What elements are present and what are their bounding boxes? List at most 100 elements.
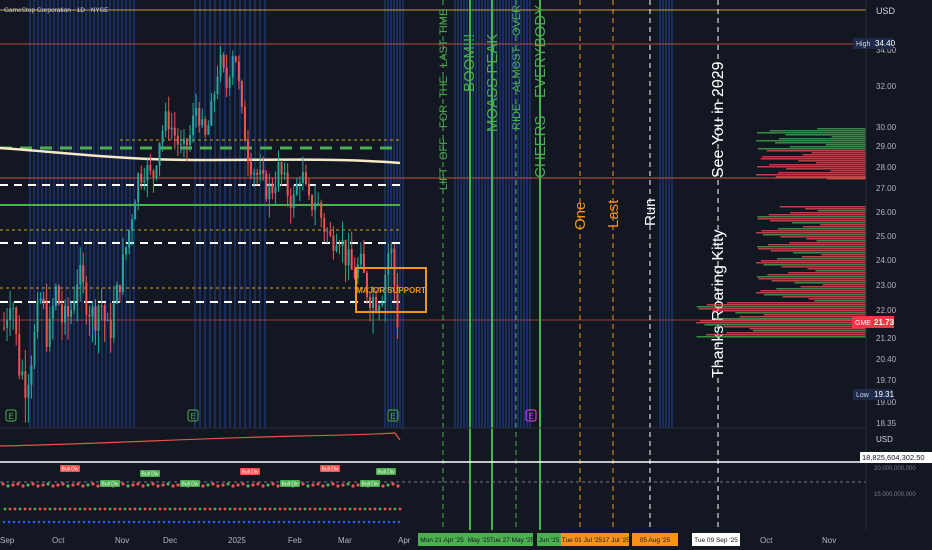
indicator-dot [41,483,45,487]
indicator-dot [112,520,116,524]
indicator-dot [377,520,381,524]
indicator-dot [226,482,230,486]
date-marker-text: 17 Jul '25 [602,537,630,544]
indicator-dot [192,520,196,524]
indicator-dot [228,507,232,511]
volume-bar [756,174,866,176]
volume-bar [760,260,866,262]
indicator-dot [372,520,376,524]
indicator-dot [136,482,140,486]
svg-text:High: High [856,41,871,48]
price-tick: 22.00 [876,306,897,315]
indicator-dot [251,483,255,487]
high-value: 34.40 [875,39,896,48]
indicator-dot [92,520,96,524]
volume-bar [696,306,866,308]
candle-body [173,127,176,136]
volume-bar [756,276,866,278]
candle-body [192,115,195,136]
volume-bar [830,170,866,172]
indicator-dot [232,520,236,524]
indicator-dot [193,507,197,511]
indicator-dot [322,520,326,524]
candle-body [259,169,262,175]
volume-bar [779,206,866,208]
bull-div-text: Bull Div [378,470,395,476]
indicator-dot [51,484,55,488]
indicator-dot [73,507,77,511]
run-label: Run [642,198,659,226]
volume-bar [696,336,866,338]
candle-body [314,202,317,210]
indicator-dot [141,484,145,488]
candle-body [51,306,54,319]
indicator-dot [23,507,27,511]
indicator-dot [22,520,26,524]
indicator-dot [117,520,121,524]
indicator-dot [318,507,322,511]
candle-body [27,384,30,398]
candle-body [140,173,143,183]
indicator-dot [47,520,51,524]
indicator-dot [43,507,47,511]
volume-bar [767,274,866,276]
indicator-dot [292,520,296,524]
candle-body [12,307,15,309]
volume-bar [825,144,866,146]
candle-body [64,306,66,323]
everybody-label: EVERYBODY [532,5,549,98]
indicator-dot [202,520,206,524]
indicator-dot [348,507,352,511]
indicator-dot [93,507,97,511]
volume-bar [766,150,866,152]
volume-bar [811,152,866,154]
indicator-dot [218,507,222,511]
indicator-dot [137,520,141,524]
indicator-dot [168,507,172,511]
indicator-dot [257,520,261,524]
candle-body [9,308,12,320]
volume-bar [816,162,866,164]
indicator-dot [197,520,201,524]
symbol-title[interactable]: GameStop Corporation · 1D · NYSE [4,7,109,14]
indicator-dot [242,520,246,524]
indicator-dot [222,520,226,524]
candle-body [387,253,390,275]
indicator-dot [221,483,225,487]
indicator-dot [57,520,61,524]
indicator-dot [16,482,20,486]
svg-text:15,000,000,000: 15,000,000,000 [874,492,916,498]
indicator-dot [273,507,277,511]
indicator-dot [313,507,317,511]
candle-body [237,61,240,82]
date-marker-text: Mon 21 Apr '25 [420,537,464,544]
indicator-dot [113,507,117,511]
candle-body [30,364,33,385]
candle-body [225,67,228,88]
volume-bar [715,318,866,320]
indicator-dot [392,520,396,524]
indicator-dot [287,520,291,524]
indicator-dot [53,507,57,511]
candle-body [243,106,246,142]
lift-word: LAST [438,39,450,67]
bull-div-text: Bull Div [102,482,119,488]
candle-body [268,183,271,200]
indicator-dot [63,507,67,511]
lift-word: THE [438,76,450,98]
candle-body [378,305,381,312]
volume-bar [756,140,866,142]
candle-body [106,320,109,322]
price-tick: 21.20 [876,334,897,343]
price-chart[interactable]: MAJOR SUPPORT LIFT OFF FOR THE LAST TIME BOOM… [0,0,932,550]
indicator-dot [391,482,395,486]
time-label: 2025 [228,536,246,545]
volume-bar [757,166,866,168]
indicator-dot [171,484,175,488]
volume-bar [723,326,866,328]
candle-body [146,164,149,181]
indicator-dot [176,483,180,487]
candle-body [131,219,134,231]
indicator-dot [241,482,245,486]
indicator-dot [88,507,92,511]
